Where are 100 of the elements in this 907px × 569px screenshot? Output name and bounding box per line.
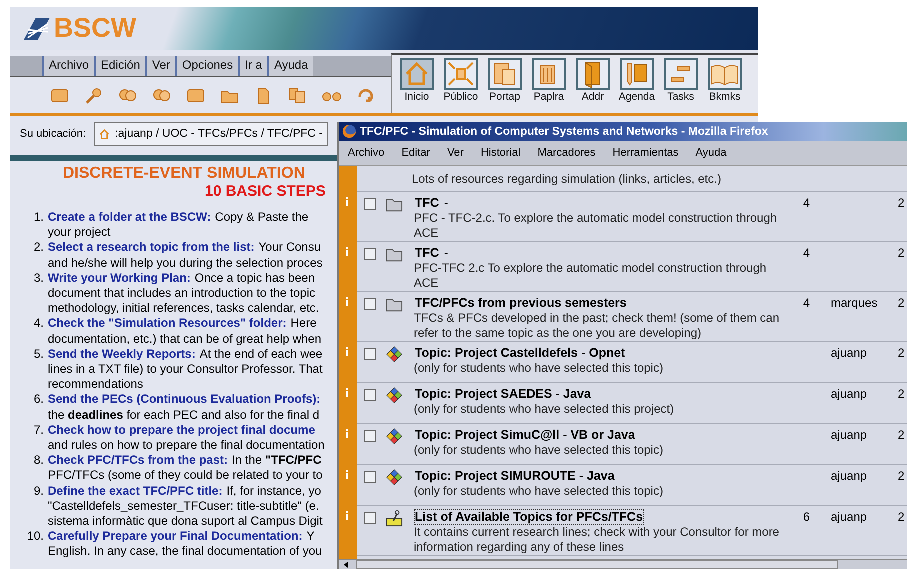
table-cell: 2 [898, 469, 905, 483]
table-cell: 2 [898, 196, 905, 210]
checkbox[interactable] [364, 248, 376, 260]
horizontal-scrollbar[interactable] [339, 559, 907, 569]
step-text: and he/she will help you during the selection proces [48, 256, 323, 271]
menu-item[interactable]: Historial [480, 147, 521, 159]
step-text: In the "TFC/PFC [232, 453, 322, 468]
folder-icon [576, 58, 610, 90]
window-title: TFC/PFC - Simulation of Computer Systems and Networks - Mozilla Firefox [360, 126, 768, 138]
menu-item[interactable]: Opciones [175, 56, 238, 76]
item-description: Lots of resources regarding simulation (links, articles, etc.) [412, 172, 722, 186]
diamond-cross-icon [386, 469, 403, 486]
house-icon [400, 58, 434, 90]
item-title[interactable]: TFC/PFCs from previous semesters [414, 295, 628, 311]
step-heading: Define the exact TFC/PFC title: [48, 484, 223, 498]
toolbar-tile[interactable]: Inicio [398, 58, 436, 113]
item-title[interactable]: Topic: Project Castelldefels - Opnet [414, 345, 626, 361]
step-text: Here [290, 316, 317, 330]
step-text: At the end of each wee [200, 346, 323, 361]
menu-item[interactable]: Herramientas [612, 147, 679, 159]
step-heading: Send the Weekly Reports: [48, 346, 196, 361]
table-cell: 2 [898, 428, 905, 442]
menu-item[interactable]: Edición [94, 56, 146, 76]
table-cell: 2 [898, 510, 905, 524]
refresh-icon[interactable] [356, 87, 376, 105]
diamond-cross-icon [386, 346, 403, 363]
toolbar-tile[interactable]: Portap [486, 58, 524, 113]
book-icon [708, 58, 742, 90]
count-cell: 4 [803, 196, 810, 210]
logo-stripes-icon [22, 16, 52, 42]
page-subtitle: 10 BASIC STEPS [204, 183, 327, 200]
step-text: Y [306, 529, 315, 544]
step-number: 6. [32, 392, 45, 408]
step-number: 9. [32, 484, 45, 500]
diamond-cross-icon [386, 387, 403, 404]
toolbar-tile[interactable]: Agenda [618, 58, 656, 113]
menu-item[interactable]: Ayuda [696, 147, 727, 159]
menu-item[interactable]: Marcadores [538, 147, 596, 159]
step-heading: Check how to prepare the project final docume [48, 422, 316, 437]
step-text: documentation, etc.) that can be of great help when [48, 332, 322, 347]
menu-item[interactable]: Editar [402, 147, 430, 159]
table-cell: 2 [898, 296, 905, 310]
step-text: and rules on how to prepare the final documentation [48, 438, 325, 454]
step-text: Your Consu [258, 240, 322, 254]
table-cell: 2 [898, 387, 905, 401]
key-icon[interactable] [84, 87, 104, 105]
owner-cell: ajuanp [831, 346, 868, 360]
count-cell: 6 [803, 510, 810, 524]
item-title[interactable]: List of Available Topics for PFCs/TFCs [414, 509, 644, 525]
step-text: PFC/TFCs (some of they could be related to your to [48, 468, 323, 484]
step-number: 3. [32, 270, 45, 287]
item-description: (only for students who have selected this topic) [414, 361, 664, 376]
step-heading: Send the PECs (Continuous Evaluation Proofs): [48, 392, 321, 406]
toolbar-tile[interactable]: Addr [574, 58, 612, 113]
table-cell: 2 [898, 246, 905, 260]
menu-item[interactable]: Ir a [238, 56, 268, 76]
checkbox[interactable] [364, 471, 376, 483]
house-icon [99, 126, 110, 142]
menu-item[interactable]: Ver [145, 56, 176, 76]
toolbar-tile[interactable]: Paplra [530, 58, 568, 113]
note-pencil-icon [386, 510, 403, 527]
item-title[interactable]: Topic: Project SIMUROUTE - Java [414, 468, 616, 484]
menu-item[interactable]: Archivo [348, 147, 385, 159]
expand-arrows-icon [444, 58, 478, 90]
toolbar-tile[interactable]: Tasks [662, 58, 700, 113]
owner-cell: marques [831, 296, 878, 310]
checkbox[interactable] [364, 512, 376, 524]
checkbox[interactable] [364, 298, 376, 310]
toolbar-tile[interactable]: Bkmks [706, 58, 744, 113]
location-field[interactable]: :ajuanp / UOC - TFCs/PFCs / TFC/PFC - [94, 122, 328, 146]
step-number: 2. [32, 240, 45, 256]
logo-text: BSCW [54, 13, 136, 44]
step-heading: Check PFC/TFCs from the past: [48, 453, 228, 468]
menu-item[interactable]: Ver [447, 147, 464, 159]
count-cell: 4 [803, 246, 810, 260]
diamond-cross-icon [386, 428, 403, 445]
item-title[interactable]: Topic: Project SimuC@ll - VB or Java [414, 427, 636, 443]
location-label: Su ubicación: [20, 128, 88, 140]
step-heading: Create a folder at the BSCW: [48, 210, 212, 224]
checkbox[interactable] [364, 430, 376, 442]
step-number: 10. [26, 529, 45, 546]
item-description: PFC - TFC-2.c. To explore the automatic model construction through ACE [414, 211, 778, 241]
item-title[interactable]: TFC [414, 245, 440, 261]
documents-icon[interactable] [288, 87, 308, 105]
step-heading: Write your Working Plan: [48, 270, 191, 285]
step-text: recommendations [48, 377, 144, 392]
step-text: "Castelldefels_semester_TFCuser: title-subtitle" (e. [48, 498, 320, 514]
menu-item[interactable]: Archivo [42, 56, 94, 76]
step-text: sistema informàtic que dona suport al Campus Digit [48, 514, 323, 530]
step-text: lines in a TXT file) to your Consultor Professor. That [48, 362, 323, 378]
panel-icon[interactable] [186, 87, 206, 105]
item-title[interactable]: TFC [414, 195, 440, 211]
toolbar-tile[interactable]: Público [442, 58, 480, 113]
checkbox[interactable] [364, 389, 376, 401]
menu-item[interactable]: Ayuda [267, 56, 314, 76]
item-title[interactable]: Topic: Project SAEDES - Java [414, 386, 592, 402]
title-suffix: - [444, 246, 448, 260]
checkbox[interactable] [364, 348, 376, 360]
owner-cell: ajuanp [831, 510, 868, 524]
checkbox[interactable] [364, 198, 376, 210]
